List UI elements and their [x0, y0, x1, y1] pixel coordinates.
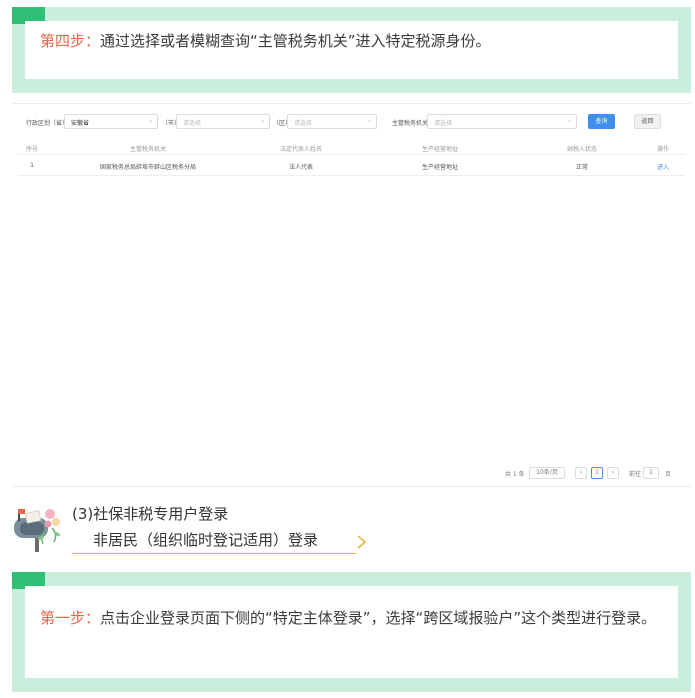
row-legal-rep: 法人代表 — [288, 164, 314, 171]
row-address: 生产经营地址 — [421, 164, 459, 171]
page-size-select[interactable]: 10条/页 — [529, 467, 565, 479]
row-enter-link[interactable]: 进入 — [657, 162, 669, 171]
header-legal-rep: 法定代表人姓名 — [279, 146, 323, 153]
step-label: 第四步： — [40, 32, 101, 50]
row-index: 1 — [30, 162, 34, 169]
chevron-down-icon: ⌄ — [366, 117, 372, 124]
subtitle-underline — [72, 553, 356, 554]
step-label: 第一步： — [40, 609, 101, 627]
chevron-right-icon — [357, 535, 367, 549]
header-index: 序号 — [25, 146, 39, 153]
region-value: 安徽省 — [71, 120, 90, 127]
table-header: 序号 主管税务机关 法定代表人姓名 生产经营地址 纳税人状态 操作 — [18, 140, 685, 155]
chevron-down-icon: ⌄ — [259, 117, 265, 124]
callout-text: 第四步：通过选择或者模糊查询“主管税务机关”进入特定税源身份。 — [40, 27, 663, 55]
region-label: 行政区划（省） — [26, 120, 69, 127]
back-button[interactable]: 返回 — [634, 114, 661, 129]
authority-placeholder: 请选择 — [434, 120, 453, 127]
city-placeholder: 请选择 — [183, 120, 202, 127]
table-row: 1 国家税务总局蚌埠市蚌山区税务分局 法人代表 生产经营地址 正常 进入 — [18, 155, 685, 176]
row-status: 正常 — [575, 164, 589, 171]
mailbox-icon — [14, 509, 61, 552]
header-authority: 主管税务机关 — [129, 146, 167, 153]
results-table: 序号 主管税务机关 法定代表人姓名 生产经营地址 纳税人状态 操作 1 国家税务… — [18, 140, 685, 176]
header-address: 生产经营地址 — [421, 146, 459, 153]
header-action: 操作 — [656, 146, 670, 153]
query-button[interactable]: 查询 — [588, 114, 615, 129]
goto-page-input[interactable]: 1 — [643, 467, 659, 479]
step1-callout: 第一步：点击企业登录页面下侧的“特定主体登录”，选择“跨区域报验户”这个类型进行… — [12, 572, 691, 692]
prev-page-button[interactable]: ‹ — [575, 467, 587, 479]
region-select[interactable]: 安徽省 ⌄ — [64, 114, 158, 129]
callout-inner — [25, 586, 678, 678]
header-status: 纳税人状态 — [566, 146, 598, 153]
chevron-down-icon: ⌄ — [147, 117, 153, 124]
chevron-down-icon: ⌄ — [566, 117, 572, 124]
callout-text: 第一步：点击企业登录页面下侧的“特定主体登录”，选择“跨区域报验户”这个类型进行… — [40, 604, 663, 632]
filter-bar: 行政区划（省） 安徽省 ⌄ （市） 请选择 ⌄ （区） 请选择 ⌄ 主管税务机关… — [12, 114, 691, 130]
district-placeholder: 请选择 — [294, 120, 313, 127]
district-select[interactable]: 请选择 ⌄ — [287, 114, 377, 129]
goto-unit: 页 — [665, 471, 672, 478]
section-subtitle: 非居民（组织临时登记适用）登录 — [93, 531, 319, 549]
authority-select[interactable]: 请选择 ⌄ — [427, 114, 577, 129]
next-page-button[interactable]: › — [607, 467, 619, 479]
city-select[interactable]: 请选择 ⌄ — [176, 114, 270, 129]
section-title: (3)社保非税专用户登录 — [72, 505, 229, 523]
pagination: 共 1 条 10条/页 ‹ 1 › 前往 1 页 — [505, 467, 685, 481]
portal-screenshot: 行政区划（省） 安徽省 ⌄ （市） 请选择 ⌄ （区） 请选择 ⌄ 主管税务机关… — [12, 103, 691, 487]
authority-label: 主管税务机关 — [392, 120, 429, 127]
step-description: 点击企业登录页面下侧的“特定主体登录”，选择“跨区域报验户”这个类型进行登录。 — [100, 609, 657, 627]
row-authority: 国家税务总局蚌埠市蚌山区税务分局 — [99, 164, 197, 171]
pagination-total: 共 1 条 — [505, 471, 525, 478]
goto-label: 前往 — [629, 471, 642, 478]
step-description: 通过选择或者模糊查询“主管税务机关”进入特定税源身份。 — [100, 32, 491, 50]
page-number-button[interactable]: 1 — [591, 467, 603, 479]
step4-callout: 第四步：通过选择或者模糊查询“主管税务机关”进入特定税源身份。 — [12, 7, 691, 93]
